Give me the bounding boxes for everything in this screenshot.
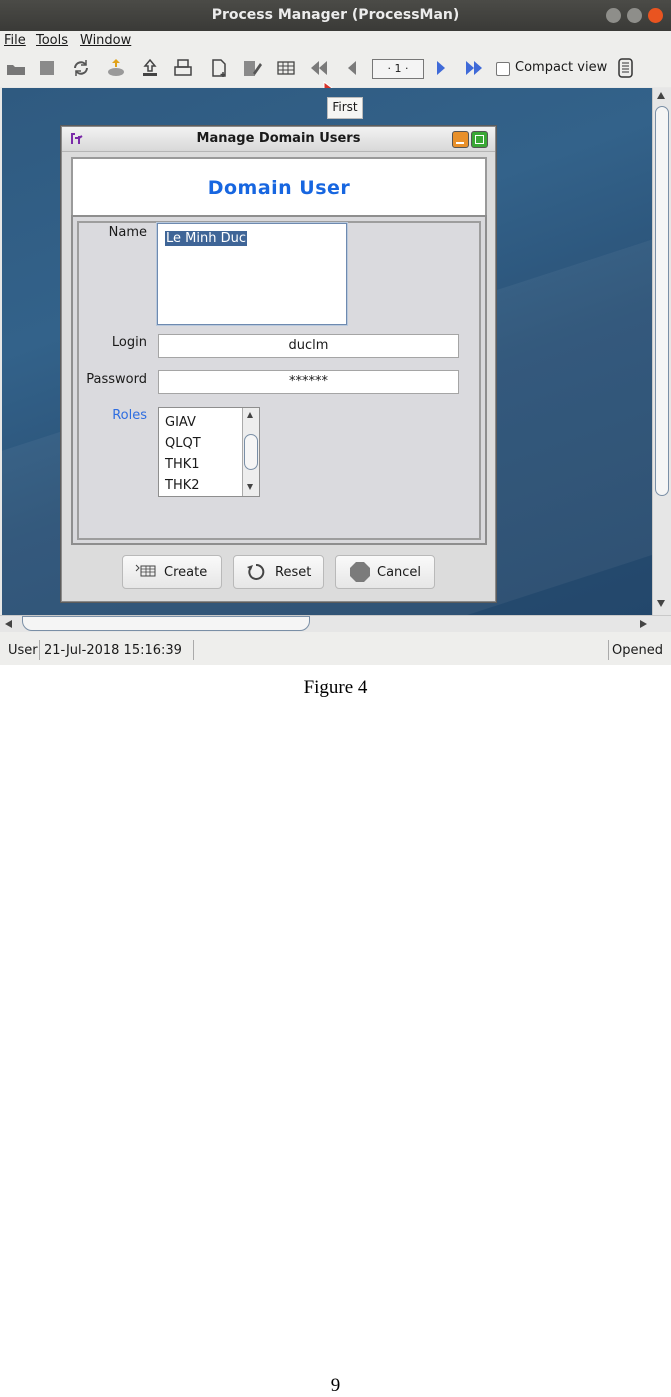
last-record-icon[interactable] [463,57,485,79]
roles-list[interactable]: GIAV QLQT THK1 THK2 [158,407,260,497]
list-item[interactable]: QLQT [165,436,201,451]
refresh-icon[interactable] [70,57,92,79]
dialog-titlebar[interactable]: Manage Domain Users [62,127,495,152]
menu-tools[interactable]: Tools [36,33,68,48]
status-user: User [8,643,38,658]
first-record-icon[interactable] [308,57,330,79]
scroll-down-arrow-icon[interactable] [657,600,665,607]
menu-file[interactable]: File [4,33,26,48]
login-field[interactable]: duclm [158,334,459,358]
roles-scroll-up-icon[interactable] [247,412,253,418]
figure-caption: Figure 4 [303,677,368,698]
export-icon[interactable] [139,57,161,79]
reset-icon [247,563,265,580]
roles-scrollbar[interactable] [242,408,259,496]
password-field[interactable]: ****** [158,370,459,394]
manage-domain-users-dialog: Manage Domain Users Domain User Name Le … [61,126,496,602]
window-title: Process Manager (ProcessMan) [211,7,460,23]
print-icon[interactable] [172,57,194,79]
status-timestamp: 21-Jul-2018 15:16:39 [44,643,182,658]
password-label: Password [86,372,147,387]
roles-scroll-down-icon[interactable] [247,484,253,490]
new-document-icon[interactable] [208,57,230,79]
dialog-heading: Domain User [207,177,351,199]
minimize-window-icon[interactable] [606,8,621,23]
vertical-scroll-thumb[interactable] [655,106,669,496]
dialog-maximize-icon[interactable] [471,131,488,148]
dialog-header: Domain User [71,157,487,217]
new-object-icon[interactable] [36,57,58,79]
create-table-icon [135,564,156,577]
vertical-scrollbar[interactable] [652,88,671,615]
menu-bar: File Tools Window [0,31,671,51]
roles-scroll-thumb[interactable] [244,434,258,470]
scroll-right-arrow-icon[interactable] [640,620,647,628]
create-label: Create [164,565,208,580]
list-item[interactable]: THK1 [165,457,200,472]
reset-label: Reset [275,565,312,580]
list-item[interactable]: GIAV [165,415,196,430]
list-item[interactable]: THK2 [165,478,200,493]
previous-record-icon[interactable] [341,57,363,79]
close-window-icon[interactable] [648,8,663,23]
roles-label: Roles [112,408,147,423]
stop-octagon-icon [350,562,370,582]
maximize-window-icon[interactable] [627,8,642,23]
table-view-icon[interactable] [275,57,297,79]
window-titlebar[interactable]: Process Manager (ProcessMan) [0,0,671,31]
page-number-field[interactable]: · 1 · [372,59,424,79]
horizontal-scrollbar[interactable] [0,615,671,633]
status-state: Opened [612,643,663,658]
cancel-label: Cancel [377,565,422,580]
cancel-button[interactable]: Cancel [335,555,435,589]
name-value: Le Minh Duc [165,231,247,246]
page-number: 9 [330,1375,341,1396]
name-textarea[interactable]: Le Minh Duc [157,223,347,325]
process-manager-window: Process Manager (ProcessMan) File Tools … [0,0,671,665]
open-folder-icon[interactable] [5,57,27,79]
status-bar: User 21-Jul-2018 15:16:39 Opened [0,632,671,665]
login-label: Login [111,335,147,350]
upload-tray-icon[interactable] [105,57,127,79]
create-button[interactable]: Create [122,555,222,589]
toolbar: · 1 · Compact view [0,51,671,100]
tooltip-first: First [327,97,363,119]
dialog-minimize-icon[interactable] [452,131,469,148]
name-label: Name [108,225,147,240]
next-record-icon[interactable] [430,57,452,79]
scroll-left-arrow-icon[interactable] [5,620,12,628]
horizontal-scroll-thumb[interactable] [22,616,310,631]
menu-window[interactable]: Window [80,33,131,48]
scroll-up-arrow-icon[interactable] [657,92,665,99]
compact-view-label: Compact view [515,60,608,75]
compact-view-checkbox[interactable] [496,62,510,76]
dialog-title: Manage Domain Users [196,131,361,146]
scroll-document-icon[interactable] [614,57,636,79]
edit-document-icon[interactable] [241,57,263,79]
reset-button[interactable]: Reset [233,555,324,589]
